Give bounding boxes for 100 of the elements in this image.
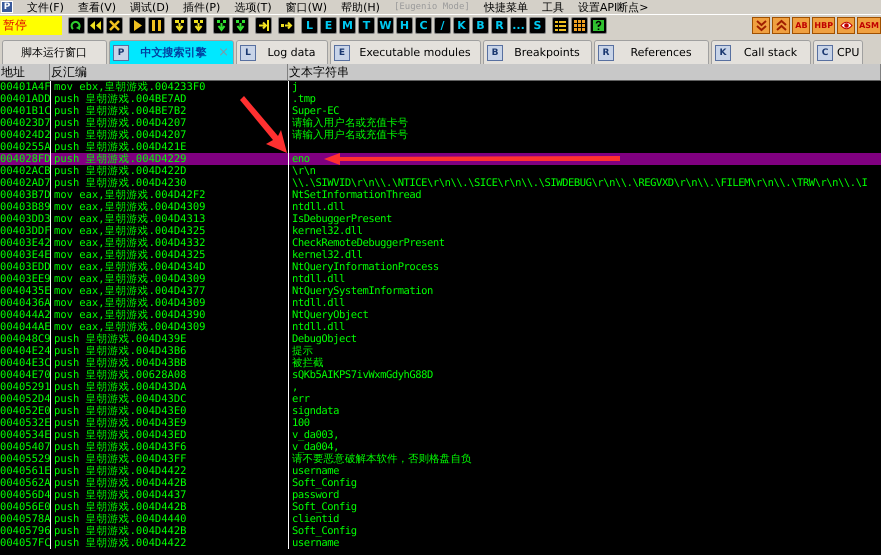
close-icon bbox=[108, 19, 121, 32]
toolbar-button[interactable] bbox=[190, 17, 207, 34]
status-indicator: 暂停 bbox=[0, 16, 62, 35]
address-cell: 00401ADD bbox=[0, 93, 50, 105]
tab-icon: B bbox=[487, 44, 503, 60]
toolbar-button[interactable]: R bbox=[491, 17, 508, 34]
tab-label: References bbox=[629, 46, 693, 59]
chevrons-down-icon bbox=[754, 19, 768, 32]
address-cell: 004028FD bbox=[0, 153, 50, 165]
menu-item[interactable]: 查看(V) bbox=[78, 0, 116, 14]
toolbar-button[interactable] bbox=[68, 17, 85, 34]
app-logo: P bbox=[1, 1, 13, 13]
address-cell: 004057FC bbox=[0, 537, 50, 549]
toolbar-button[interactable] bbox=[255, 17, 272, 34]
tab[interactable]: E Executable modules bbox=[330, 40, 481, 64]
toolbar-button[interactable]: T bbox=[358, 17, 375, 34]
toolbar-button[interactable] bbox=[213, 17, 230, 34]
tab-label: CPU bbox=[837, 46, 860, 59]
address-cell: 00404E24 bbox=[0, 345, 50, 357]
play-icon bbox=[131, 19, 144, 32]
address-cell: 00403DDF bbox=[0, 225, 50, 237]
menu-item[interactable]: 快捷菜单 bbox=[484, 0, 528, 14]
address-cell: 0040562A bbox=[0, 477, 50, 489]
toolbar-button[interactable] bbox=[571, 17, 588, 34]
address-cell: 0040532E bbox=[0, 417, 50, 429]
menu-item[interactable]: 帮助(H) bbox=[341, 0, 380, 14]
toolbar-button[interactable]: W bbox=[377, 17, 394, 34]
address-cell: 004023D7 bbox=[0, 117, 50, 129]
tab[interactable]: K Call stack bbox=[711, 40, 811, 64]
tab-label: Log data bbox=[266, 46, 316, 59]
curved-arrow-icon bbox=[70, 19, 83, 32]
tab-label: Breakpoints bbox=[513, 46, 581, 59]
tab[interactable]: P 中文搜索引擎 × bbox=[109, 40, 234, 64]
address-cell: 00403E42 bbox=[0, 237, 50, 249]
address-cell: 004056E0 bbox=[0, 501, 50, 513]
toolbar-button[interactable] bbox=[87, 17, 104, 34]
toolbar-button[interactable] bbox=[590, 17, 607, 34]
toolbar-button[interactable] bbox=[837, 17, 856, 34]
menu-item[interactable]: 插件(P) bbox=[183, 0, 220, 14]
disassembly-column-header[interactable]: 反汇编 bbox=[50, 64, 288, 81]
menu-item[interactable]: 调试(D) bbox=[130, 0, 170, 14]
tab[interactable]: B Breakpoints bbox=[483, 40, 592, 64]
address-column-header[interactable]: 地址 bbox=[0, 64, 50, 81]
address-cell: 00401B1C bbox=[0, 105, 50, 117]
address-cell: 0040561E bbox=[0, 465, 50, 477]
address-cell: 004048C9 bbox=[0, 333, 50, 345]
address-cell: 0040578A bbox=[0, 513, 50, 525]
address-cell: 00403B89 bbox=[0, 201, 50, 213]
menu-item[interactable]: 窗口(W) bbox=[286, 0, 328, 14]
tab-label: 中文搜索引擎 bbox=[140, 45, 208, 60]
address-cell: 00402AD7 bbox=[0, 177, 50, 189]
toolbar-button[interactable]: B bbox=[472, 17, 489, 34]
address-cell: 004044A2 bbox=[0, 309, 50, 321]
toolbar-button[interactable]: K bbox=[453, 17, 470, 34]
toolbar-button[interactable] bbox=[552, 17, 569, 34]
pause-icon bbox=[150, 19, 163, 32]
toolbar-button[interactable] bbox=[232, 17, 249, 34]
tab[interactable]: R References bbox=[594, 40, 709, 64]
toolbar-button[interactable]: E bbox=[320, 17, 337, 34]
tab-icon: K bbox=[715, 44, 731, 60]
address-cell: 00403E4E bbox=[0, 249, 50, 261]
menu-item[interactable]: 文件(F) bbox=[27, 0, 64, 14]
tab[interactable]: L Log data bbox=[236, 40, 328, 64]
toolbar-button[interactable]: C bbox=[415, 17, 432, 34]
toolbar-button[interactable]: S bbox=[529, 17, 546, 34]
list-icon bbox=[554, 19, 567, 32]
toolbar-button[interactable] bbox=[278, 17, 295, 34]
return-arrow-icon bbox=[257, 19, 270, 32]
toolbar-button[interactable] bbox=[106, 17, 123, 34]
tab-icon: L bbox=[240, 44, 256, 60]
menu-item[interactable]: 设置API断点> bbox=[578, 0, 648, 14]
chevrons-up-icon bbox=[774, 19, 788, 32]
address-cell: 004052D4 bbox=[0, 393, 50, 405]
address-cell: 0040435E bbox=[0, 285, 50, 297]
tab[interactable]: C CPU bbox=[813, 40, 863, 64]
toolbar-button[interactable]: L bbox=[301, 17, 318, 34]
address-cell: 00404E70 bbox=[0, 369, 50, 381]
address-cell: 0040534E bbox=[0, 429, 50, 441]
text-column-header[interactable]: 文本字符串 bbox=[288, 64, 881, 81]
toolbar-button[interactable] bbox=[171, 17, 188, 34]
address-cell: 0040255A bbox=[0, 141, 50, 153]
toolbar-button[interactable] bbox=[129, 17, 146, 34]
address-cell: 00405407 bbox=[0, 441, 50, 453]
arrow-right-icon bbox=[280, 19, 293, 32]
toolbar-button[interactable]: M bbox=[339, 17, 356, 34]
address-cell: 00405529 bbox=[0, 453, 50, 465]
toolbar-button[interactable]: H bbox=[396, 17, 413, 34]
tab[interactable]: 脚本运行窗口 bbox=[2, 40, 107, 64]
toolbar-button[interactable]: ... bbox=[510, 17, 527, 34]
menu-item[interactable]: 选项(T) bbox=[234, 0, 272, 14]
address-cell: 004024D2 bbox=[0, 129, 50, 141]
address-cell: 00402ACB bbox=[0, 165, 50, 177]
menu-item[interactable]: 工具 bbox=[542, 0, 564, 14]
address-cell: 00403EDD bbox=[0, 261, 50, 273]
arrow-down-icon bbox=[215, 19, 228, 32]
rewind-icon bbox=[89, 19, 102, 32]
address-cell: 004056D4 bbox=[0, 489, 50, 501]
help-icon bbox=[592, 19, 605, 32]
toolbar-button[interactable] bbox=[148, 17, 165, 34]
toolbar-button[interactable]: / bbox=[434, 17, 451, 34]
